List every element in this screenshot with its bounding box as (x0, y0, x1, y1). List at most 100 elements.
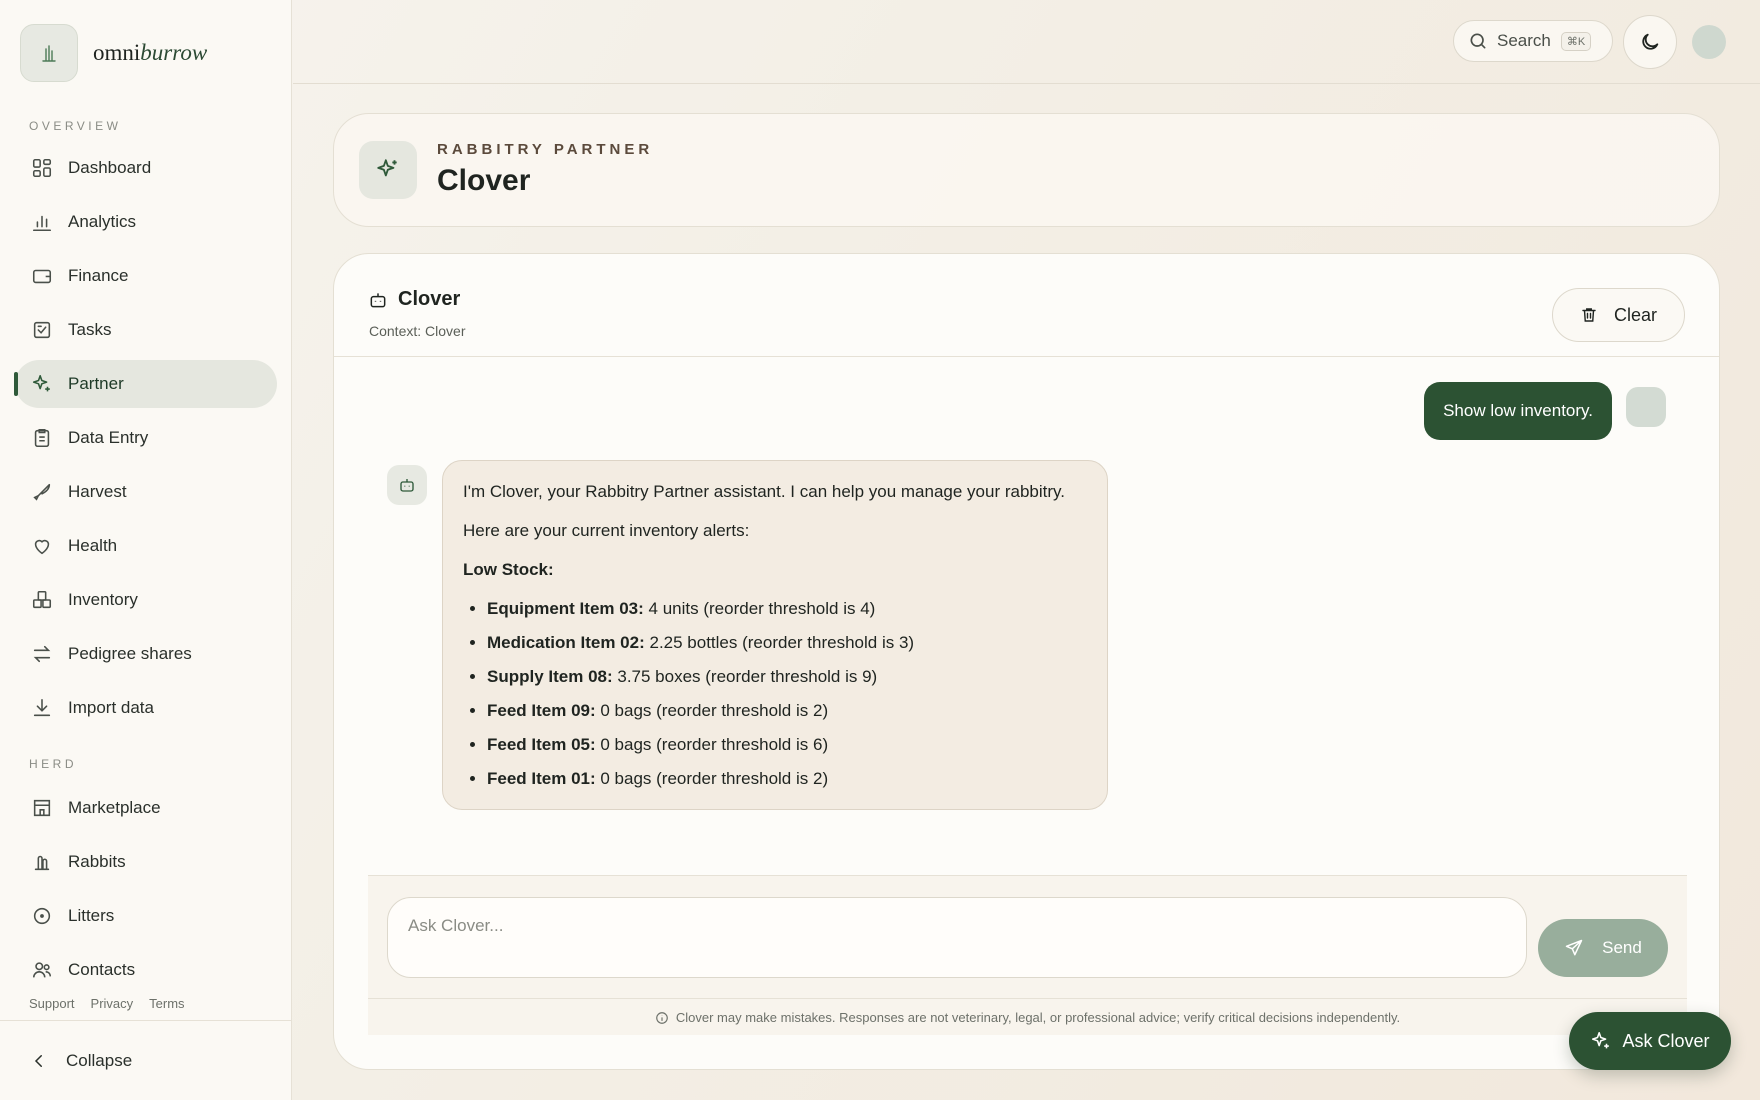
chat-composer: Send Clover may make mistakes. Responses… (368, 875, 1687, 1035)
sidebar-item-rabbits[interactable]: Rabbits (15, 838, 277, 886)
sidebar-item-dashboard[interactable]: Dashboard (15, 144, 277, 192)
search-button[interactable]: Search ⌘K (1453, 20, 1613, 62)
search-label: Search (1497, 31, 1551, 50)
page-header: RABBITRY PARTNER Clover (333, 113, 1720, 227)
send-label: Send (1602, 938, 1642, 957)
sidebar-item-litters[interactable]: Litters (15, 892, 277, 940)
download-icon (30, 696, 54, 720)
transfer-icon (30, 642, 54, 666)
brand[interactable]: omniburrow (20, 24, 207, 82)
store-icon (30, 796, 54, 820)
sidebar-item-label: Litters (68, 906, 115, 925)
list-item: Feed Item 01: 0 bags (reorder threshold … (487, 762, 1087, 796)
sidebar-item-label: Harvest (68, 482, 127, 501)
sparkles-icon (359, 141, 417, 199)
assistant-intro: I'm Clover, your Rabbitry Partner assist… (463, 482, 1065, 501)
sidebar-item-pedigree-shares[interactable]: Pedigree shares (15, 630, 277, 678)
sidebar-item-tasks[interactable]: Tasks (15, 306, 277, 354)
brand-name: omniburrow (93, 40, 208, 65)
page-title: Clover (437, 164, 531, 197)
sparkles-icon (1590, 1030, 1612, 1052)
assistant-message: I'm Clover, your Rabbitry Partner assist… (442, 460, 1108, 810)
sidebar: omniburrow OVERVIEW Dashboard Analytics … (0, 0, 292, 1100)
topbar: Search ⌘K (293, 0, 1760, 84)
list-item: Feed Item 09: 0 bags (reorder threshold … (487, 694, 1087, 728)
heart-icon (30, 534, 54, 558)
sidebar-item-label: Partner (68, 374, 124, 393)
clear-label: Clear (1613, 304, 1657, 325)
sidebar-item-partner[interactable]: Partner (14, 360, 277, 408)
sidebar-item-analytics[interactable]: Analytics (15, 198, 277, 246)
footer-links: Support Privacy Terms (29, 996, 185, 1011)
sidebar-item-label: Analytics (68, 212, 137, 231)
low-stock-list: Equipment Item 03: 4 units (reorder thre… (487, 592, 1087, 796)
users-icon (30, 958, 54, 982)
dashboard-icon (30, 156, 54, 180)
sidebar-item-contacts[interactable]: Contacts (15, 946, 277, 994)
privacy-link[interactable]: Privacy (91, 996, 134, 1011)
brand-logo-icon (20, 24, 78, 82)
bot-icon (368, 290, 388, 310)
sparkles-icon (30, 372, 54, 396)
send-button[interactable]: Send (1538, 919, 1668, 977)
sidebar-item-marketplace[interactable]: Marketplace (15, 784, 277, 832)
chat-header: Clover Context: Clover Clear (334, 254, 1719, 357)
knife-icon (30, 480, 54, 504)
chat-title: Clover (398, 288, 461, 310)
sidebar-item-data-entry[interactable]: Data Entry (15, 414, 277, 462)
sidebar-item-label: Contacts (68, 960, 136, 979)
clear-button[interactable]: Clear (1552, 288, 1685, 342)
list-item: Feed Item 05: 0 bags (reorder threshold … (487, 728, 1087, 762)
chat-context: Context: Clover (369, 323, 466, 339)
sidebar-item-inventory[interactable]: Inventory (15, 576, 277, 624)
user-message: Show low inventory. (1424, 382, 1612, 440)
theme-toggle-button[interactable] (1623, 15, 1677, 69)
bot-icon (387, 465, 427, 505)
assistant-alerts-intro: Here are your current inventory alerts: (463, 521, 750, 540)
send-icon (1564, 938, 1584, 958)
chevron-left-icon (30, 1052, 50, 1070)
sidebar-item-label: Health (68, 536, 118, 555)
egg-icon (30, 904, 54, 928)
sidebar-item-label: Import data (68, 698, 154, 717)
sidebar-item-label: Marketplace (68, 798, 161, 817)
sidebar-item-label: Data Entry (68, 428, 149, 447)
ask-clover-button[interactable]: Ask Clover (1569, 1012, 1731, 1070)
ask-clover-label: Ask Clover (1622, 1030, 1710, 1051)
support-link[interactable]: Support (29, 996, 75, 1011)
user-avatar[interactable] (1692, 25, 1726, 59)
terms-link[interactable]: Terms (149, 996, 184, 1011)
sidebar-item-label: Finance (68, 266, 129, 285)
chat-input[interactable] (387, 897, 1527, 978)
list-item: Medication Item 02: 2.25 bottles (reorde… (487, 626, 1087, 660)
collapse-label: Collapse (66, 1050, 133, 1070)
list-item: Equipment Item 03: 4 units (reorder thre… (487, 592, 1087, 626)
boxes-icon (30, 588, 54, 612)
collapse-button[interactable]: Collapse (0, 1020, 292, 1100)
page-kicker: RABBITRY PARTNER (437, 141, 654, 158)
search-shortcut: ⌘K (1560, 31, 1592, 51)
herd-section-label: HERD (29, 757, 78, 771)
sidebar-item-label: Pedigree shares (68, 644, 192, 663)
chat-panel: Clover Context: Clover Clear Show low in… (333, 253, 1720, 1070)
sidebar-item-label: Dashboard (68, 158, 152, 177)
list-item: Supply Item 08: 3.75 boxes (reorder thre… (487, 660, 1087, 694)
disclaimer: Clover may make mistakes. Responses are … (368, 998, 1687, 1036)
sidebar-item-label: Rabbits (68, 852, 126, 871)
sidebar-item-import-data[interactable]: Import data (15, 684, 277, 732)
sidebar-item-label: Inventory (68, 590, 138, 609)
wallet-icon (30, 264, 54, 288)
low-stock-heading: Low Stock: (463, 560, 554, 579)
checklist-icon (30, 318, 54, 342)
sidebar-item-label: Tasks (68, 320, 112, 339)
sidebar-item-health[interactable]: Health (15, 522, 277, 570)
user-message-avatar (1626, 387, 1666, 427)
disclaimer-text: Clover may make mistakes. Responses are … (675, 1010, 1401, 1025)
sidebar-item-harvest[interactable]: Harvest (15, 468, 277, 516)
sidebar-item-finance[interactable]: Finance (15, 252, 277, 300)
trash-icon (1580, 306, 1598, 324)
moon-icon (1639, 31, 1661, 53)
overview-section-label: OVERVIEW (29, 119, 122, 133)
rabbit-icon (30, 850, 54, 874)
info-icon (655, 1011, 669, 1025)
